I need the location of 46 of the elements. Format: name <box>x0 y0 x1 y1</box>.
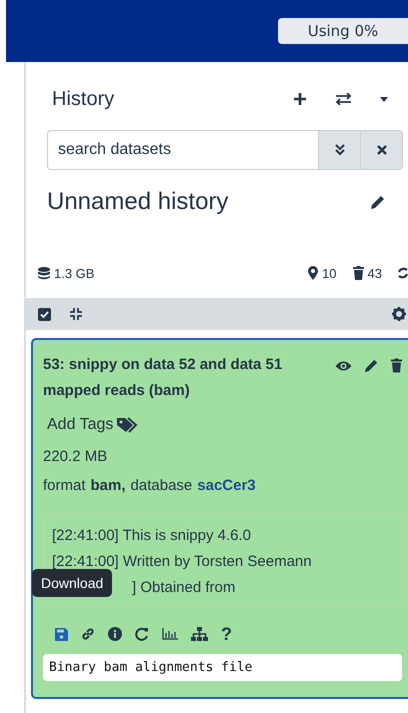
clear-button[interactable] <box>361 130 403 170</box>
search-field[interactable]: search datasets <box>47 130 319 170</box>
log-line: ] Obtained from <box>132 578 236 598</box>
deleted-count[interactable]: 43 <box>368 266 382 280</box>
close-icon <box>376 145 386 155</box>
trash-icon[interactable] <box>391 358 402 373</box>
advanced-search-button[interactable] <box>319 130 361 170</box>
chart-icon[interactable] <box>162 628 178 640</box>
pencil-icon[interactable] <box>370 194 386 210</box>
checkbox-icon[interactable] <box>38 308 51 320</box>
help-link[interactable]: ? <box>221 626 232 642</box>
dataset-size: 220.2 MB <box>43 448 108 465</box>
plus-icon[interactable] <box>293 92 307 106</box>
info-icon[interactable] <box>108 627 122 641</box>
collapse-icon[interactable] <box>69 307 83 321</box>
add-tags-link[interactable]: Add Tags <box>47 416 114 434</box>
refresh-icon[interactable] <box>398 266 408 280</box>
history-size[interactable]: 1.3 GB <box>54 266 94 280</box>
dataset-title[interactable]: 53: snippy on data 52 and data 51 mapped reads (bam) <box>43 352 295 404</box>
quota-button[interactable]: Using 0% <box>278 18 408 44</box>
switch-arrows-icon[interactable] <box>335 93 352 105</box>
rerun-icon[interactable] <box>135 627 149 641</box>
caret-icon[interactable] <box>380 96 388 102</box>
shown-count[interactable]: 10 <box>322 266 337 280</box>
tags-icon[interactable] <box>117 417 140 433</box>
pencil-icon[interactable] <box>364 358 379 373</box>
log-line: [22:41:00] This is snippy 4.6.0 <box>52 526 252 546</box>
log-line: [22:41:00] Written by Torsten Seemann <box>52 552 313 572</box>
database-label: database <box>130 477 192 494</box>
settings-icon[interactable] <box>392 307 406 321</box>
history-title: History <box>52 88 116 110</box>
dataset-card[interactable] <box>31 338 408 699</box>
tooltip: Download <box>32 569 112 597</box>
eye-icon[interactable] <box>335 360 352 372</box>
link-icon[interactable] <box>81 627 95 641</box>
database-link[interactable]: sacCer3 <box>197 477 256 494</box>
format-value: bam, <box>90 477 126 494</box>
dataset-description: Binary bam alignments file <box>43 654 402 681</box>
database-icon[interactable] <box>38 266 50 280</box>
save-icon[interactable] <box>55 628 68 640</box>
map-pin-icon[interactable] <box>308 266 318 280</box>
sitemap-icon[interactable] <box>191 627 208 641</box>
format-label: format <box>43 477 86 494</box>
trash-icon[interactable] <box>352 266 364 280</box>
history-name: Unnamed history <box>47 188 230 216</box>
chevrons-down-icon <box>334 144 344 156</box>
